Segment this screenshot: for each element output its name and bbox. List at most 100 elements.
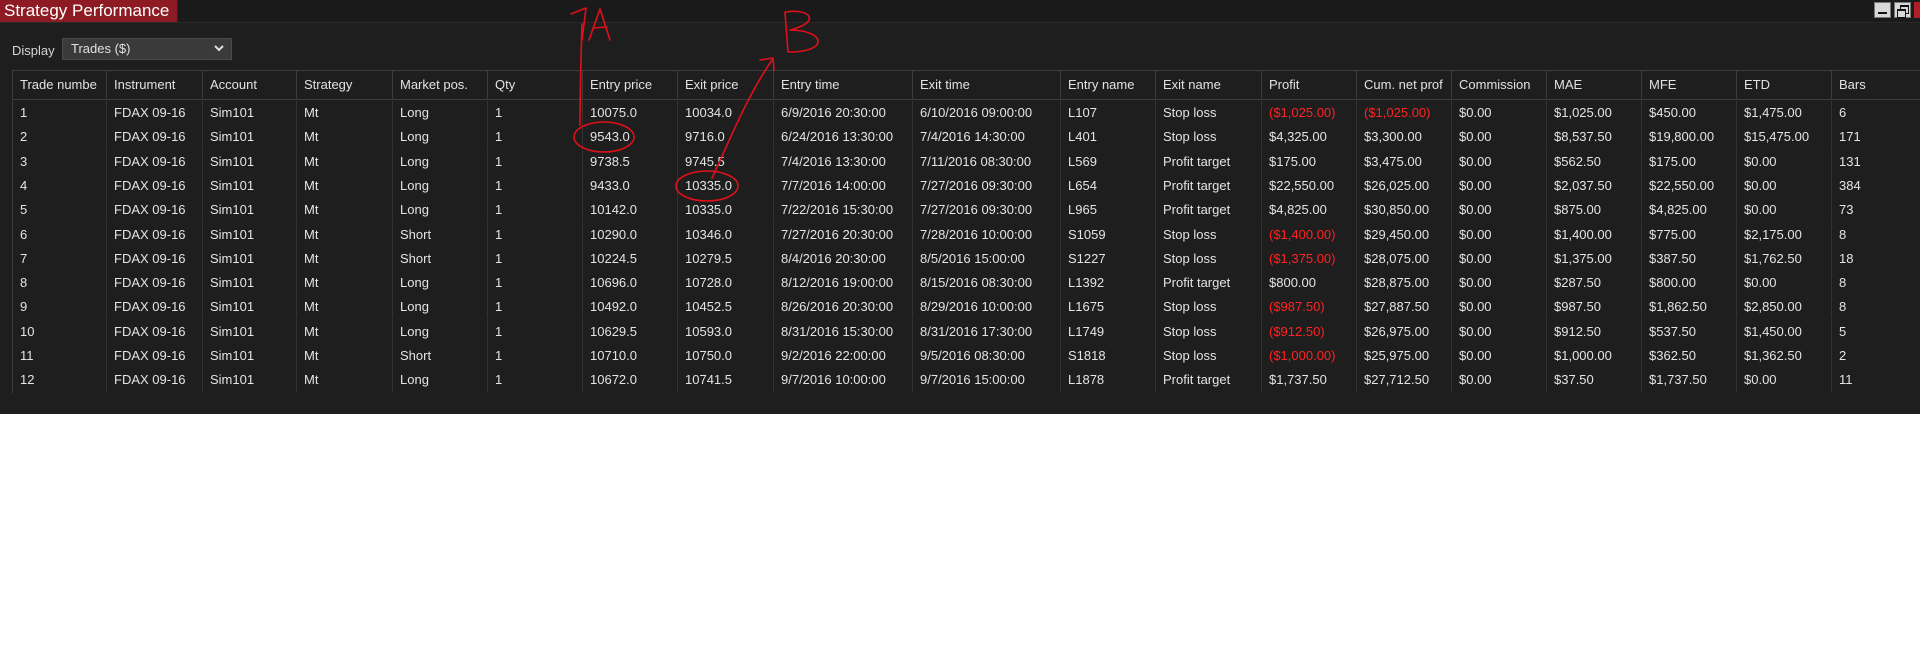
cell-commission: $0.00	[1452, 149, 1547, 174]
cell-mae: $287.50	[1547, 271, 1642, 296]
table-row[interactable]: 7 FDAX 09-16 Sim101 Mt Short 1 10224.5 10279.5 8…	[13, 246, 1920, 271]
cell-mfe: $800.00	[1642, 271, 1737, 296]
column-header-mfe[interactable]: MFE	[1642, 71, 1737, 100]
cell-account: Sim101	[203, 295, 297, 320]
cell-trade-number: 8	[13, 271, 107, 296]
cell-mae: $2,037.50	[1547, 173, 1642, 198]
cell-bars: 131	[1832, 150, 1920, 174]
cell-exit-price: 10346.0	[678, 222, 774, 247]
cell-exit-price: 10750.0	[678, 344, 774, 368]
cell-entry-name: L1878	[1061, 368, 1156, 393]
column-header-strategy[interactable]: Strategy	[297, 71, 393, 100]
cell-cum-net-profit: $30,850.00	[1357, 198, 1452, 223]
table-row[interactable]: 3 FDAX 09-16 Sim101 Mt Long 1 9738.5 9745.5 7/4/…	[13, 149, 1920, 174]
table-row[interactable]: 1 FDAX 09-16 Sim101 Mt Long 1 10075.0 10034.0 6/…	[13, 101, 1920, 125]
cell-profit: $4,825.00	[1262, 198, 1357, 223]
table-row[interactable]: 9 FDAX 09-16 Sim101 Mt Long 1 10492.0 10452.5 8/…	[13, 295, 1920, 320]
cell-commission: $0.00	[1452, 368, 1547, 393]
cell-exit-price: 10452.5	[678, 295, 774, 320]
cell-entry-price: 10075.0	[583, 101, 678, 125]
title-bar: Strategy Performance	[0, 0, 1920, 23]
restore-icon[interactable]	[1894, 2, 1911, 18]
table-row[interactable]: 6 FDAX 09-16 Sim101 Mt Short 1 10290.0 10346.0 7…	[13, 222, 1920, 247]
cell-account: Sim101	[203, 222, 297, 247]
column-header-trade-number[interactable]: Trade numbe	[13, 71, 107, 100]
cell-instrument: FDAX 09-16	[107, 125, 203, 150]
table-row[interactable]: 5 FDAX 09-16 Sim101 Mt Long 1 10142.0 10335.0 7/…	[13, 198, 1920, 223]
column-header-qty[interactable]: Qty	[488, 71, 583, 100]
column-header-entry-price[interactable]: Entry price	[583, 71, 678, 100]
cell-profit: $1,737.50	[1262, 368, 1357, 393]
cell-profit: ($1,400.00)	[1262, 222, 1357, 247]
window-title[interactable]: Strategy Performance	[0, 0, 178, 22]
cell-etd: $0.00	[1737, 368, 1832, 393]
cell-commission: $0.00	[1452, 295, 1547, 320]
cell-profit: $175.00	[1262, 149, 1357, 174]
cell-bars: 8	[1832, 223, 1920, 247]
cell-profit: $22,550.00	[1262, 173, 1357, 198]
close-icon[interactable]	[1914, 2, 1920, 18]
column-header-account[interactable]: Account	[203, 71, 297, 100]
column-header-etd[interactable]: ETD	[1737, 71, 1832, 100]
cell-account: Sim101	[203, 344, 297, 368]
cell-exit-name: Profit target	[1156, 149, 1262, 174]
cell-entry-time: 7/22/2016 15:30:00	[774, 198, 913, 223]
cell-entry-name: S1059	[1061, 222, 1156, 247]
minimize-icon[interactable]	[1874, 2, 1891, 18]
column-header-bars[interactable]: Bars	[1832, 71, 1920, 100]
column-header-exit-time[interactable]: Exit time	[913, 71, 1061, 100]
cell-instrument: FDAX 09-16	[107, 101, 203, 125]
table-row[interactable]: 10 FDAX 09-16 Sim101 Mt Long 1 10629.5 10593.0 8…	[13, 319, 1920, 344]
cell-entry-name: L569	[1061, 149, 1156, 174]
cell-commission: $0.00	[1452, 101, 1547, 125]
cell-exit-time: 8/15/2016 08:30:00	[913, 271, 1061, 296]
cell-instrument: FDAX 09-16	[107, 198, 203, 223]
cell-exit-time: 7/27/2016 09:30:00	[913, 198, 1061, 223]
cell-instrument: FDAX 09-16	[107, 246, 203, 271]
table-row[interactable]: 8 FDAX 09-16 Sim101 Mt Long 1 10696.0 10728.0 8/…	[13, 271, 1920, 296]
cell-entry-time: 6/24/2016 13:30:00	[774, 125, 913, 150]
cell-account: Sim101	[203, 101, 297, 125]
cell-market-pos: Long	[393, 319, 488, 344]
column-header-instrument[interactable]: Instrument	[107, 71, 203, 100]
table-row[interactable]: 11 FDAX 09-16 Sim101 Mt Short 1 10710.0 10750.0…	[13, 344, 1920, 368]
cell-bars: 6	[1832, 101, 1920, 125]
cell-exit-name: Stop loss	[1156, 222, 1262, 247]
column-header-mae[interactable]: MAE	[1547, 71, 1642, 100]
table-row[interactable]: 2 FDAX 09-16 Sim101 Mt Long 1 9543.0 9716.0 6/24…	[13, 125, 1920, 150]
column-header-cum-net-profit[interactable]: Cum. net prof	[1357, 71, 1452, 100]
cell-instrument: FDAX 09-16	[107, 149, 203, 174]
cell-instrument: FDAX 09-16	[107, 271, 203, 296]
cell-market-pos: Long	[393, 149, 488, 174]
cell-cum-net-profit: $28,875.00	[1357, 271, 1452, 296]
cell-mae: $1,000.00	[1547, 344, 1642, 368]
column-header-exit-name[interactable]: Exit name	[1156, 71, 1262, 100]
cell-exit-price: 10335.0	[678, 173, 774, 198]
column-header-profit[interactable]: Profit	[1262, 71, 1357, 100]
column-header-market-pos[interactable]: Market pos.	[393, 71, 488, 100]
table-row[interactable]: 12 FDAX 09-16 Sim101 Mt Long 1 10672.0 10741.5 9…	[13, 368, 1920, 393]
cell-trade-number: 6	[13, 222, 107, 247]
cell-strategy: Mt	[297, 125, 393, 150]
column-header-entry-time[interactable]: Entry time	[774, 71, 913, 100]
cell-exit-time: 9/7/2016 15:00:00	[913, 368, 1061, 393]
display-select[interactable]: Trades ($)	[62, 38, 232, 60]
cell-trade-number: 1	[13, 101, 107, 125]
cell-instrument: FDAX 09-16	[107, 173, 203, 198]
cell-entry-time: 8/31/2016 15:30:00	[774, 319, 913, 344]
cell-commission: $0.00	[1452, 319, 1547, 344]
cell-exit-time: 8/31/2016 17:30:00	[913, 319, 1061, 344]
cell-strategy: Mt	[297, 246, 393, 271]
cell-entry-name: L107	[1061, 101, 1156, 125]
column-header-entry-name[interactable]: Entry name	[1061, 71, 1156, 100]
cell-entry-price: 10672.0	[583, 368, 678, 393]
cell-profit: ($1,375.00)	[1262, 246, 1357, 271]
cell-strategy: Mt	[297, 319, 393, 344]
table-row[interactable]: 4 FDAX 09-16 Sim101 Mt Long 1 9433.0 10335.0 7/7…	[13, 173, 1920, 198]
cell-trade-number: 12	[13, 368, 107, 393]
cell-market-pos: Short	[393, 344, 488, 368]
column-header-exit-price[interactable]: Exit price	[678, 71, 774, 100]
cell-etd: $1,762.50	[1737, 246, 1832, 271]
column-header-commission[interactable]: Commission	[1452, 71, 1547, 100]
cell-trade-number: 9	[13, 295, 107, 320]
